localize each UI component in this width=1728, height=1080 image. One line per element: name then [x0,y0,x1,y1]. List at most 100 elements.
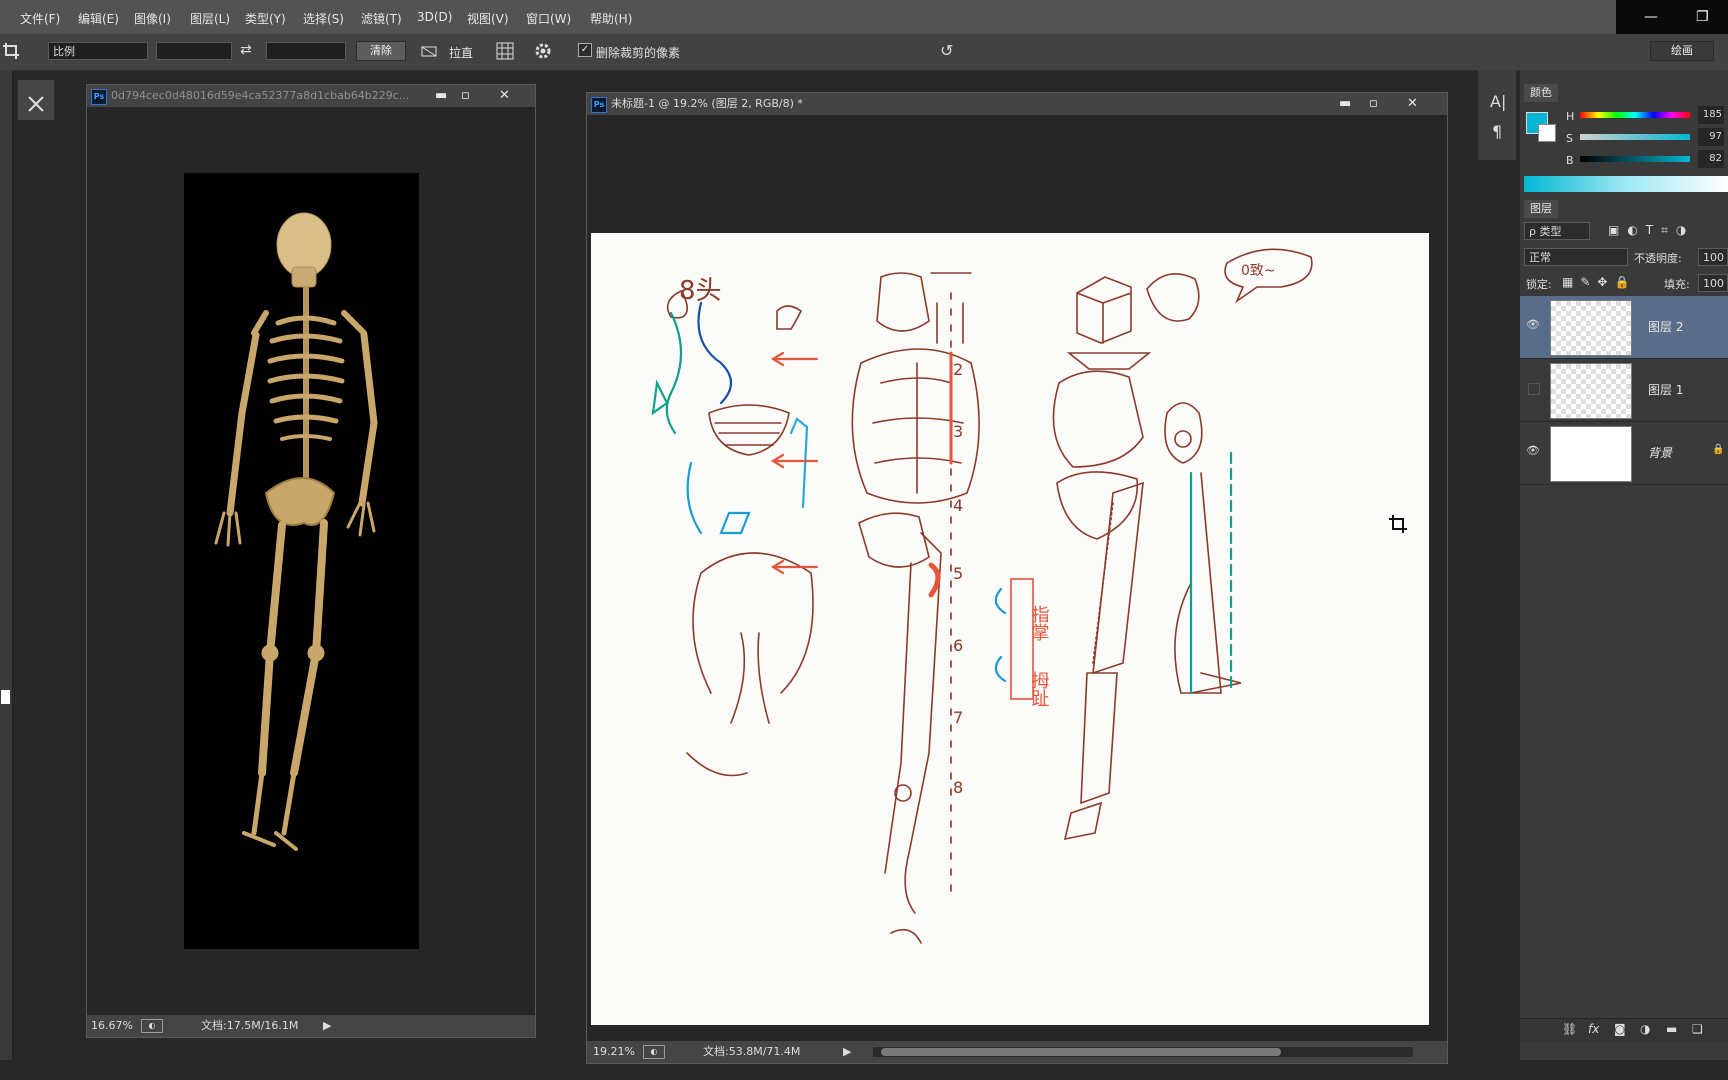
fx-icon[interactable]: fx [1588,1022,1599,1036]
menu-filter[interactable]: 滤镜(T) [361,10,402,27]
crop-icon[interactable] [2,42,20,60]
layer-row[interactable]: 👁 背景 🔒 [1520,422,1728,485]
adjustment-icon[interactable]: ◑ [1640,1022,1650,1036]
ratio-select[interactable]: 比例 [48,42,148,60]
speech-bubble-text: 0致~ [1241,263,1276,279]
layer-filter-select[interactable]: ρ 类型 [1524,222,1590,240]
document-status-bar: 16.67% ◐ 文档:17.5M/16.1M ▶ [87,1015,535,1037]
lock-label: 锁定: [1526,278,1552,291]
document-title[interactable]: 未标题-1 @ 19.2% (图层 2, RGB/8) * [611,93,803,115]
background-color-swatch[interactable] [1538,124,1556,142]
blend-mode-select[interactable]: 正常 [1524,248,1628,266]
layer-thumbnail [1550,363,1632,419]
foreground-swatch[interactable] [1,690,10,704]
reference-image [184,173,419,949]
menu-window[interactable]: 窗口(W) [526,10,571,27]
b-label: B [1566,154,1574,167]
doc-size: 文档:53.8M/71.4M [703,1045,801,1058]
doc-minimize-button[interactable]: ▬ [1339,93,1351,115]
menu-image[interactable]: 图像(I) [134,10,171,27]
status-menu-arrow-icon[interactable]: ▶ [843,1041,851,1063]
scrollbar-thumb[interactable] [881,1048,1281,1056]
tool-options-strip [18,80,54,120]
menu-layer[interactable]: 图层(L) [190,10,230,27]
menu-file[interactable]: 文件(F) [20,10,60,27]
s-label: S [1566,132,1573,145]
doc-close-button[interactable]: ✕ [499,85,510,107]
eye-icon[interactable]: 👁 [1526,318,1540,332]
grid-overlay-icon[interactable] [496,42,514,60]
ps-file-icon: Ps [91,89,107,105]
menu-3d[interactable]: 3D(D) [417,10,452,24]
sketch-label-b: 拇趾 [1029,671,1050,707]
ruler-number: 7 [953,708,963,727]
horizontal-scrollbar[interactable] [873,1047,1413,1057]
lock-icon: 🔒 [1712,444,1725,455]
tab-color[interactable]: 颜色 [1524,84,1558,102]
eye-icon[interactable]: 👁 [1526,444,1540,458]
delete-pixels-checkbox[interactable]: ✓ [578,43,592,57]
brightness-value[interactable]: 82 [1698,150,1724,168]
gear-icon[interactable] [534,42,552,60]
straighten-icon[interactable] [420,43,438,59]
layer-row[interactable]: 图层 1 [1520,359,1728,422]
status-toggle-icon[interactable]: ◐ [141,1019,163,1033]
folder-icon[interactable]: ▬ [1666,1022,1677,1036]
layer-row[interactable]: 👁 图层 2 [1520,296,1728,359]
ruler-number: 2 [953,360,963,379]
brightness-slider[interactable] [1580,156,1690,162]
menu-type[interactable]: 类型(Y) [245,10,286,27]
tab-layers[interactable]: 图层 [1524,200,1558,218]
straighten-label[interactable]: 拉直 [449,44,473,61]
opacity-input[interactable]: 100 [1698,248,1728,266]
saturation-slider[interactable] [1580,134,1690,140]
color-ramp[interactable] [1524,176,1728,192]
swap-icon[interactable]: ⇄ [240,42,252,58]
zoom-level[interactable]: 16.67% [91,1015,133,1037]
height-input[interactable] [266,42,346,60]
zoom-level[interactable]: 19.21% [593,1041,635,1063]
status-toggle-icon[interactable]: ◐ [643,1045,665,1059]
link-icon[interactable]: ⛓ [1562,1022,1577,1036]
ps-file-icon: Ps [591,97,607,113]
character-panel-icon[interactable]: A| [1490,92,1506,111]
paragraph-panel-icon[interactable]: ¶ [1492,122,1502,141]
doc-minimize-button[interactable]: ▬ [435,85,447,107]
canvas[interactable]: 8头 0致~ 2 3 4 5 6 7 8 指掌 拇趾 [591,233,1429,1025]
doc-maximize-button[interactable]: ▫ [1369,93,1378,115]
document-tab-bar: Ps 未标题-1 @ 19.2% (图层 2, RGB/8) * ▬ ▫ ✕ [587,93,1447,115]
fill-input[interactable]: 100 [1698,274,1728,292]
menu-view[interactable]: 视图(V) [467,10,509,27]
layer-filter-icons[interactable]: ▣◐T⌗◑ [1608,223,1694,238]
new-layer-icon[interactable]: ❏ [1692,1022,1703,1036]
menu-edit[interactable]: 编辑(E) [78,10,119,27]
ruler-number: 6 [953,636,963,655]
workspace-select[interactable]: 绘画 [1650,41,1714,61]
ruler-number: 5 [953,564,963,583]
doc-close-button[interactable]: ✕ [1407,93,1418,115]
hue-value[interactable]: 185 [1698,106,1724,124]
doc-size: 文档:17.5M/16.1M [201,1019,299,1032]
restore-button[interactable]: ❐ [1696,9,1709,25]
saturation-value[interactable]: 97 [1698,128,1724,146]
skeleton-image [214,212,378,851]
mask-icon[interactable]: ◙ [1614,1022,1626,1036]
menu-help[interactable]: 帮助(H) [590,10,632,27]
document-title[interactable]: 0d794cec0d48016d59e4ca52377a8d1cbab64b22… [111,85,431,107]
visibility-toggle[interactable] [1528,383,1540,395]
hue-slider[interactable] [1580,112,1690,118]
doc-maximize-button[interactable]: ▫ [461,85,470,107]
status-menu-arrow-icon[interactable]: ▶ [323,1015,331,1037]
menu-select[interactable]: 选择(S) [303,10,344,27]
crossed-tools-icon[interactable] [26,94,46,114]
width-input[interactable] [156,42,232,60]
options-bar: 比例 ⇄ 清除 拉直 ✓ 删除裁剪的像素 ↺ 绘画 [0,34,1728,71]
layer-name: 背景 [1648,446,1673,460]
minimize-button[interactable]: — [1644,9,1658,25]
collapsed-panels-strip: A| ¶ [1478,70,1516,160]
lock-icons[interactable]: ▦✎✥🔒 [1562,275,1636,289]
layers-list: 👁 图层 2 图层 1 👁 背景 🔒 [1520,296,1728,496]
clear-button[interactable]: 清除 [356,41,406,61]
reset-icon[interactable]: ↺ [940,41,953,60]
fill-label: 填充: [1664,278,1690,291]
